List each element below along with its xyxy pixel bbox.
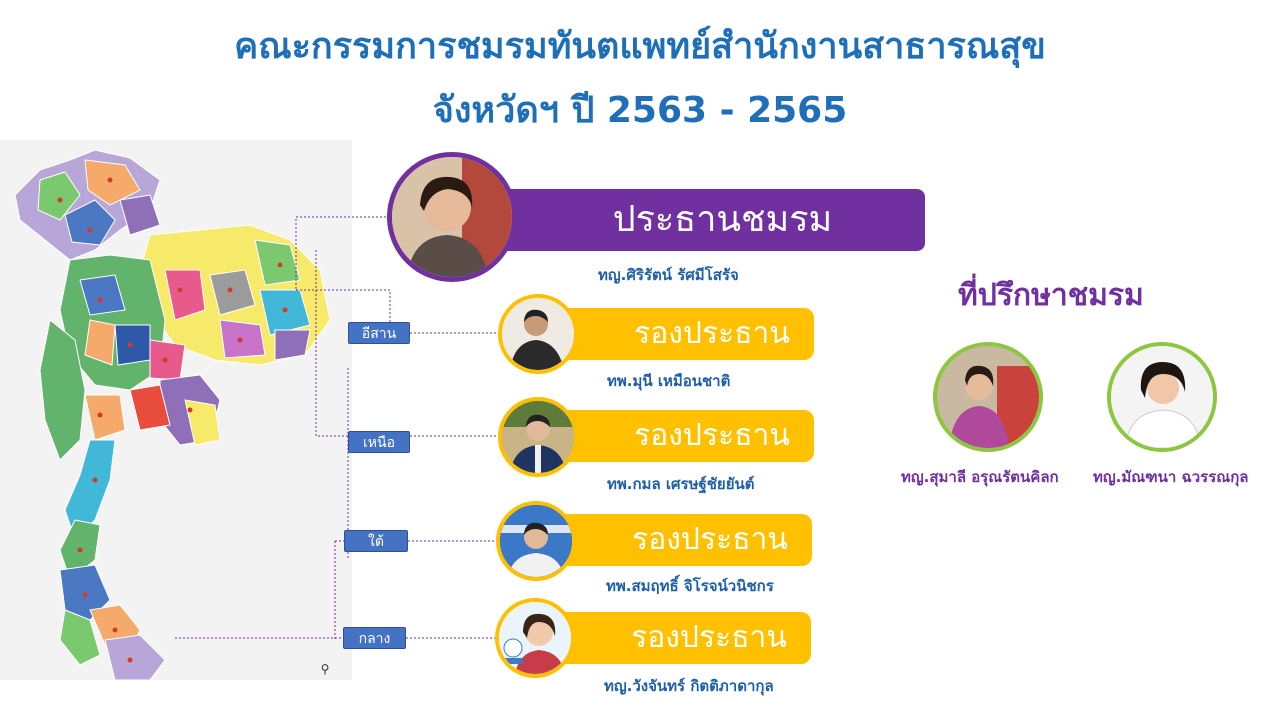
vice-name-4: ทญ.วังจันทร์ กิตติภาดากุล bbox=[604, 677, 774, 695]
chair-banner: ประธานชมรม bbox=[500, 189, 925, 251]
advisor-avatar-2 bbox=[1107, 342, 1217, 452]
chair-avatar bbox=[387, 152, 517, 282]
advisor-title: ที่ปรึกษาชมรม bbox=[958, 278, 1144, 313]
vice-name-1: ทพ.มุนี เหมือนชาติ bbox=[607, 372, 731, 390]
vice-banner-3: รองประธาน bbox=[558, 514, 812, 566]
region-tag-south: ใต้ bbox=[344, 530, 408, 552]
chair-name: ทญ.ศิริรัตน์ รัศมีโสรัจ bbox=[598, 266, 739, 284]
vice-avatar-4 bbox=[495, 598, 575, 678]
vice-avatar-3 bbox=[496, 501, 576, 581]
advisor-avatar-1 bbox=[933, 342, 1043, 452]
advisor-name-1: ทญ.สุมาลี อรุณรัตนคิลก bbox=[901, 468, 1059, 486]
advisor-name-2: ทญ.มัณฑนา ฉวรรณกุล bbox=[1093, 468, 1249, 486]
vice-name-2: ทพ.กมล เศรษฐ์ชัยยันต์ bbox=[607, 475, 755, 493]
vice-banner-2: รองประธาน bbox=[560, 410, 814, 462]
vice-name-3: ทพ.สมฤทธิ์ จิโรจน์วนิชกร bbox=[606, 577, 774, 595]
vice-avatar-1 bbox=[498, 294, 578, 374]
vice-avatar-2 bbox=[498, 397, 578, 477]
vice-banner-4: รองประธาน bbox=[557, 612, 811, 664]
region-tag-north: เหนือ bbox=[348, 431, 410, 453]
region-tag-isan: อีสาน bbox=[348, 322, 410, 344]
vice-banner-1: รองประธาน bbox=[560, 308, 814, 360]
region-tag-central: กลาง bbox=[343, 627, 406, 649]
